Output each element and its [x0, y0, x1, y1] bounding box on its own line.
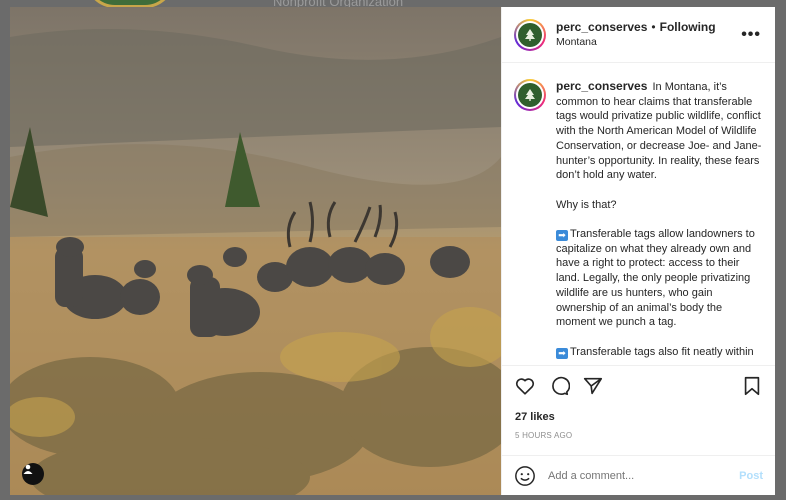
caption-avatar[interactable] [514, 79, 546, 111]
following-button[interactable]: Following [660, 20, 716, 34]
comment-icon[interactable] [548, 375, 570, 397]
likes-count[interactable]: 27 likes [502, 405, 775, 429]
username-link[interactable]: perc_conserves [556, 20, 647, 34]
caption-paragraph: Transferable tags allow landowners to ca… [556, 228, 755, 329]
header-text: perc_conserves • Following Montana [556, 19, 741, 50]
paper-plane-icon[interactable] [582, 375, 604, 397]
comments-area[interactable]: perc_conserves In Montana, it’s common t… [502, 63, 775, 365]
right-arrow-emoji-icon: ➡ [556, 230, 568, 241]
smiley-icon[interactable] [514, 465, 536, 487]
caption-paragraph: In Montana, it’s common to hear claims t… [556, 81, 762, 182]
right-arrow-emoji-icon: ➡ [556, 347, 568, 359]
post-photo[interactable] [10, 7, 501, 495]
separator-dot: • [651, 20, 656, 34]
comment-input[interactable] [548, 469, 740, 482]
heart-icon[interactable] [514, 375, 536, 397]
location-link[interactable]: Montana [556, 35, 741, 50]
comment-bar: Post [502, 455, 775, 495]
caption-username-link[interactable]: perc_conserves [556, 79, 647, 93]
more-options-icon[interactable]: ••• [741, 26, 761, 44]
perc-logo-icon [518, 22, 542, 47]
avatar[interactable] [514, 18, 546, 51]
post-sidebar: perc_conserves • Following Montana ••• per… [501, 7, 775, 495]
deer-herd-photo [10, 7, 501, 495]
post-header: perc_conserves • Following Montana ••• [502, 7, 775, 63]
post-caption: perc_conserves In Montana, it’s common t… [556, 79, 763, 365]
tagged-users-button[interactable] [22, 463, 44, 485]
caption-paragraph: Transferable tags also fit neatly within [570, 345, 754, 358]
action-bar [502, 365, 775, 405]
post-modal: perc_conserves • Following Montana ••• per… [10, 7, 775, 495]
caption-paragraph: Why is that? [556, 198, 617, 211]
user-tag-icon [23, 464, 33, 474]
post-timestamp[interactable]: 5 HOURS AGO [502, 429, 775, 455]
perc-logo-icon [518, 83, 542, 107]
post-comment-button[interactable]: Post [739, 470, 763, 482]
bookmark-icon[interactable] [741, 375, 763, 397]
